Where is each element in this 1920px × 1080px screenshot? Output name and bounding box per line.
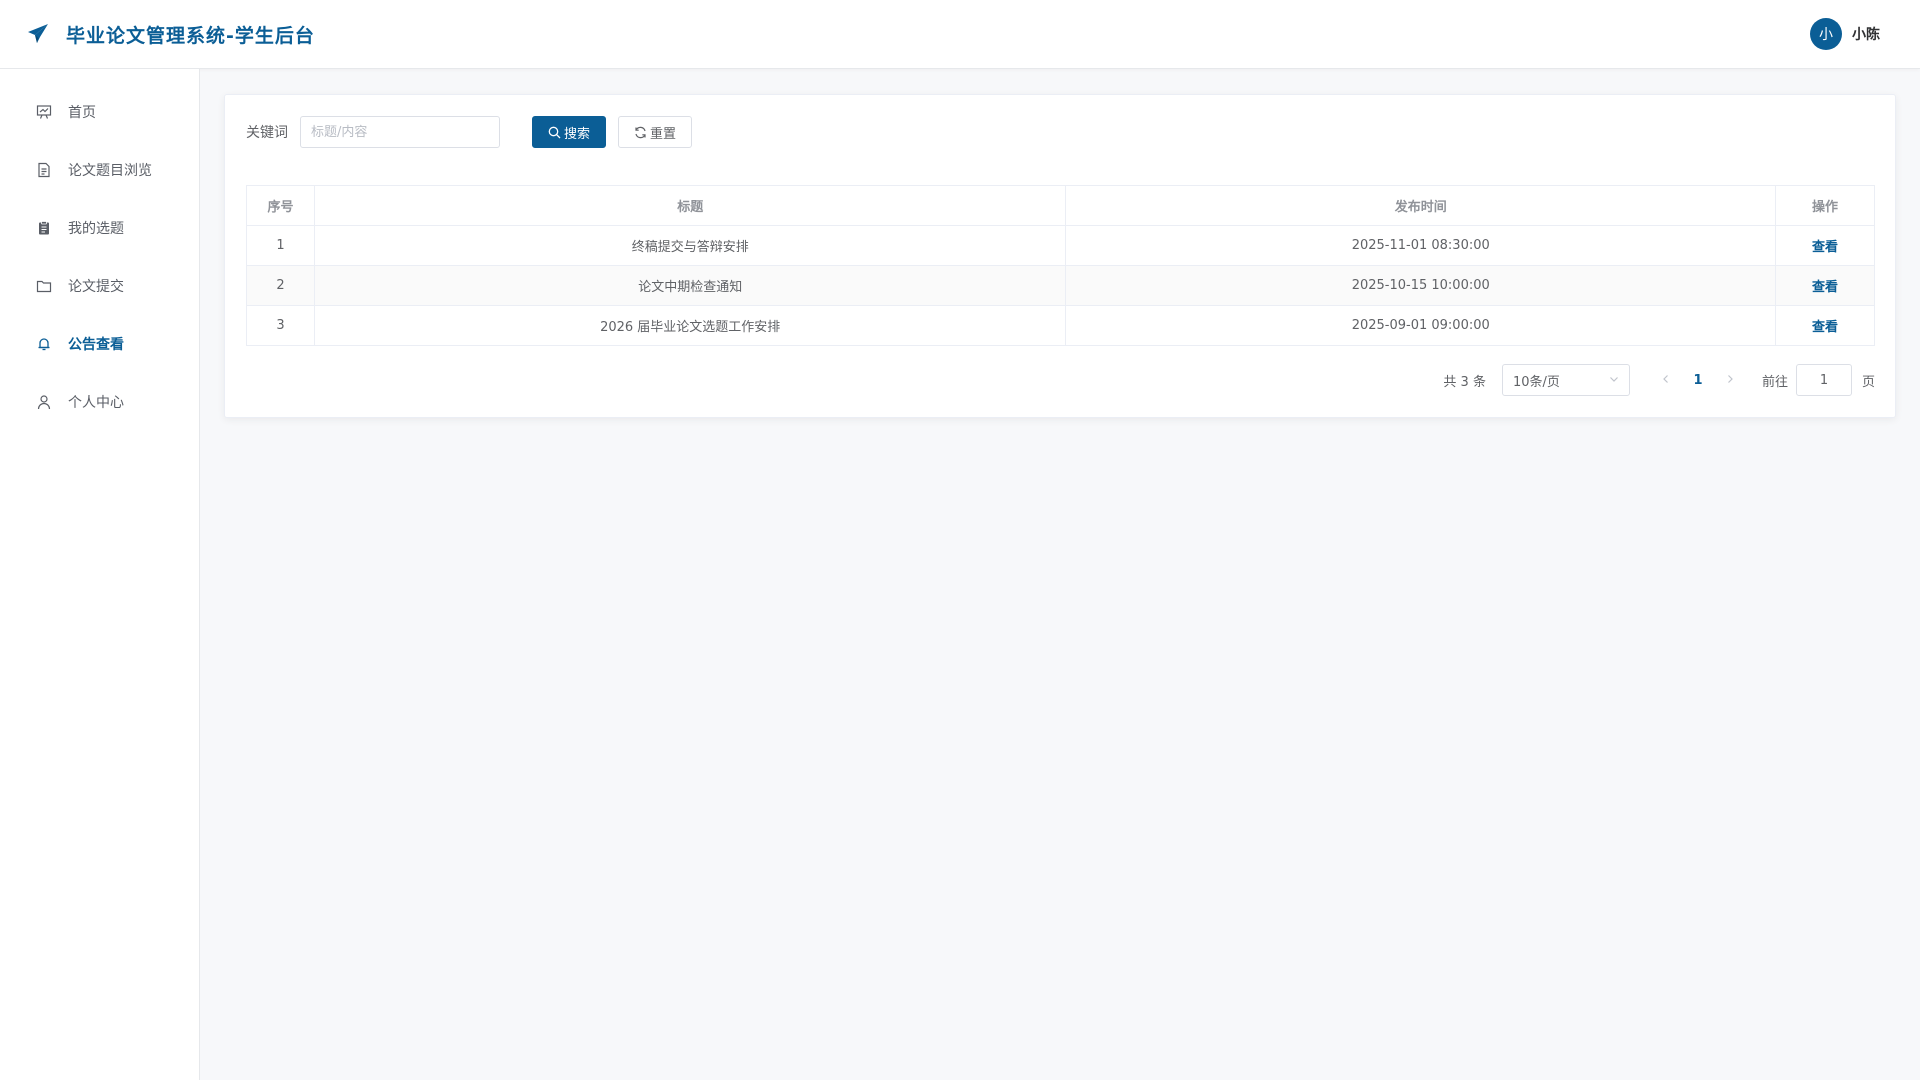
column-header-title: 标题	[313, 185, 1067, 226]
view-link[interactable]: 查看	[1812, 280, 1838, 295]
cell-title: 论文中期检查通知	[313, 265, 1067, 306]
goto-label: 前往	[1761, 374, 1788, 390]
sidebar-item-label: 论文题目浏览	[68, 163, 152, 179]
cell-index: 3	[246, 305, 315, 346]
sidebar-item-home[interactable]: 首页	[0, 83, 199, 141]
cell-time: 2025-09-01 09:00:00	[1065, 305, 1777, 346]
presentation-icon	[35, 103, 53, 121]
sidebar-item-label: 公告查看	[68, 337, 124, 353]
page-number[interactable]: 1	[1682, 373, 1714, 388]
pagination: 共 3 条 10条/页 1 前往 页	[1443, 364, 1875, 396]
page-suffix: 页	[1861, 374, 1875, 390]
sidebar-item-announcements[interactable]: 公告查看	[0, 315, 199, 373]
sidebar-item-profile[interactable]: 个人中心	[0, 373, 199, 431]
paper-plane-icon	[26, 22, 50, 46]
sidebar-item-my-topic[interactable]: 我的选题	[0, 199, 199, 257]
app-title: 毕业论文管理系统-学生后台	[66, 24, 315, 47]
column-header-index: 序号	[246, 185, 315, 226]
keyword-input[interactable]	[300, 116, 500, 148]
next-page-button[interactable]	[1714, 373, 1746, 388]
user-menu[interactable]: 小 小陈	[1810, 18, 1880, 50]
view-link[interactable]: 查看	[1812, 320, 1838, 335]
search-bar: 关键词 搜索 重置	[246, 116, 692, 148]
cell-time: 2025-10-15 10:00:00	[1065, 265, 1777, 306]
sidebar-item-topic-browse[interactable]: 论文题目浏览	[0, 141, 199, 199]
sidebar-item-label: 首页	[68, 105, 96, 121]
prev-page-button[interactable]	[1650, 373, 1682, 388]
reset-button-label: 重置	[649, 126, 676, 142]
column-header-time: 发布时间	[1065, 185, 1777, 226]
avatar[interactable]: 小	[1810, 18, 1842, 50]
announcement-table: 序号 标题 发布时间 操作 1 终稿提交与答辩安排 2025-11-01 08:…	[246, 185, 1875, 346]
search-button[interactable]: 搜索	[532, 116, 606, 148]
page-size-value: 10条/页	[1512, 374, 1560, 390]
keyword-label: 关键词	[246, 125, 288, 141]
folder-icon	[35, 277, 53, 295]
cell-time: 2025-11-01 08:30:00	[1065, 225, 1777, 266]
clipboard-icon	[35, 219, 53, 237]
sidebar-item-label: 论文提交	[68, 279, 124, 295]
chevron-right-icon	[1728, 374, 1733, 383]
reset-button[interactable]: 重置	[618, 116, 692, 148]
cell-index: 1	[246, 225, 315, 266]
total-count: 共 3 条	[1443, 374, 1486, 390]
page-size-select[interactable]: 10条/页	[1501, 364, 1630, 396]
announcement-card: 关键词 搜索 重置 序号 标题 发布时间	[224, 94, 1896, 418]
table-row: 2 论文中期检查通知 2025-10-15 10:00:00 查看	[246, 265, 1875, 306]
user-icon	[35, 393, 53, 411]
sidebar-item-label: 个人中心	[68, 395, 124, 411]
column-header-action: 操作	[1775, 185, 1875, 226]
search-button-label: 搜索	[563, 126, 590, 142]
cell-index: 2	[246, 265, 315, 306]
sidebar-item-label: 我的选题	[68, 221, 124, 237]
chevron-left-icon	[1663, 374, 1668, 383]
sidebar-item-thesis-submit[interactable]: 论文提交	[0, 257, 199, 315]
chevron-down-icon	[1609, 373, 1619, 388]
sidebar: 首页 论文题目浏览 我的选题 论文提交 公告查看 个人中心	[0, 69, 200, 1080]
cell-action: 查看	[1775, 305, 1875, 346]
cell-action: 查看	[1775, 225, 1875, 266]
cell-title: 终稿提交与答辩安排	[313, 225, 1067, 266]
document-icon	[35, 161, 53, 179]
bell-icon	[35, 335, 53, 353]
view-link[interactable]: 查看	[1812, 240, 1838, 255]
table-row: 1 终稿提交与答辩安排 2025-11-01 08:30:00 查看	[246, 225, 1875, 266]
cell-title: 2026 届毕业论文选题工作安排	[313, 305, 1067, 346]
search-icon	[548, 126, 561, 139]
top-header: 毕业论文管理系统-学生后台 小 小陈	[0, 0, 1920, 69]
table-header-row: 序号 标题 发布时间 操作	[246, 185, 1875, 226]
refresh-icon	[634, 126, 647, 139]
brand: 毕业论文管理系统-学生后台	[26, 21, 315, 48]
table-row: 3 2026 届毕业论文选题工作安排 2025-09-01 09:00:00 查…	[246, 305, 1875, 346]
username[interactable]: 小陈	[1852, 24, 1880, 44]
cell-action: 查看	[1775, 265, 1875, 306]
goto-page-input[interactable]	[1795, 364, 1852, 396]
